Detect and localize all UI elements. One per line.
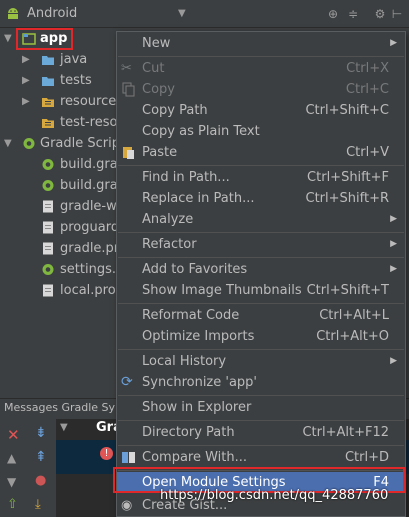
menu-item-reformat-code[interactable]: Reformat Code Ctrl+Alt+L [117, 305, 405, 326]
submenu-arrow-icon: ▶ [390, 38, 397, 48]
collapse-all-icon[interactable]: ⇞ [35, 449, 47, 465]
submenu-arrow-icon: ▶ [390, 214, 397, 224]
menu-item-show-in-explorer[interactable]: Show in Explorer [117, 397, 405, 418]
arrow-up-icon[interactable]: ▲ [7, 451, 16, 465]
scissors-icon: ✂ [121, 61, 132, 76]
messages-title: Messages Gradle Sync [4, 401, 129, 414]
folder-icon [42, 77, 54, 86]
menu-item-paste[interactable]: Paste Ctrl+V [117, 142, 405, 163]
menu-item-replace-in-path[interactable]: Replace in Path... Ctrl+Shift+R [117, 188, 405, 209]
copy-icon [122, 82, 135, 97]
tree-item-gradle-wrapper[interactable]: gradle-wr [0, 196, 122, 217]
submenu-arrow-icon: ▶ [390, 239, 397, 249]
menu-item-optimize-imports[interactable]: Optimize Imports Ctrl+Alt+O [117, 326, 405, 347]
menu-separator [118, 165, 404, 166]
properties-file-icon [43, 284, 53, 297]
menu-item-local-history[interactable]: Local History ▶ [117, 351, 405, 372]
menu-separator [118, 420, 404, 421]
tree-item-gradle-scripts[interactable]: ▼ Gradle Script [0, 133, 125, 154]
menu-separator [118, 303, 404, 304]
expand-all-icon[interactable]: ⇟ [35, 425, 47, 441]
github-icon: ◉ [121, 498, 133, 513]
properties-file-icon [43, 200, 53, 213]
menu-item-synchronize[interactable]: ⟳ Synchronize 'app' [117, 372, 405, 393]
text-file-icon [43, 221, 53, 234]
menu-item-add-to-favorites[interactable]: Add to Favorites ▶ [117, 259, 405, 280]
menu-item-copy-plain-text[interactable]: Copy as Plain Text [117, 121, 405, 142]
gradle-icon [42, 159, 54, 170]
tree-item-gradle-properties[interactable]: gradle.pro [0, 238, 127, 259]
submenu-arrow-icon: ▶ [390, 264, 397, 274]
compare-icon [122, 452, 135, 463]
close-icon[interactable]: ✕ [7, 426, 20, 444]
expand-arrow-icon[interactable]: ▶ [22, 70, 30, 91]
arrow-down-icon[interactable]: ▼ [7, 475, 16, 489]
error-icon: ! [100, 447, 113, 460]
menu-item-compare-with[interactable]: Compare With... Ctrl+D [117, 447, 405, 468]
expand-arrow-icon[interactable]: ▶ [22, 49, 30, 70]
expand-arrow-icon[interactable]: ▼ [4, 133, 12, 154]
hide-icon[interactable]: ⊢ [389, 6, 405, 22]
menu-separator [118, 232, 404, 233]
tree-item-build-gradle-1[interactable]: build.grac [0, 154, 125, 175]
folder-icon [42, 56, 54, 65]
project-view-selector[interactable]: Android [27, 6, 77, 21]
menu-item-cut[interactable]: ✂ Cut Ctrl+X [117, 58, 405, 79]
menu-item-analyze[interactable]: Analyze ▶ [117, 209, 405, 230]
expand-arrow-icon[interactable]: ▶ [22, 91, 30, 112]
resources-folder-icon [42, 119, 54, 128]
tree-item-proguard[interactable]: proguard [0, 217, 119, 238]
menu-item-new[interactable]: New ▶ [117, 33, 405, 54]
download-icon[interactable]: ⤓ [35, 497, 41, 512]
menu-separator [118, 395, 404, 396]
menu-item-show-image-thumbnails[interactable]: Show Image Thumbnails Ctrl+Shift+T [117, 280, 405, 301]
android-icon [8, 8, 18, 19]
collapse-icon[interactable]: ≑ [345, 6, 361, 22]
export-icon[interactable]: ⇧ [7, 497, 18, 512]
watermark: https://blog.csdn.net/qq_42887760 [160, 488, 389, 503]
stop-icon[interactable]: ● [35, 473, 46, 488]
tree-item-java[interactable]: ▶ java [0, 49, 116, 70]
menu-item-find-in-path[interactable]: Find in Path... Ctrl+Shift+F [117, 167, 405, 188]
project-view-header: Android ▼ ⊕ ≑ ⚙ ⊢ [0, 0, 409, 28]
tree-item-test-resources[interactable]: test-resou [0, 112, 126, 133]
sync-icon: ⟳ [121, 374, 133, 390]
menu-separator [118, 349, 404, 350]
menu-separator [118, 445, 404, 446]
properties-file-icon [43, 242, 53, 255]
chevron-down-icon[interactable]: ▼ [178, 8, 186, 19]
app-annotation-box [16, 28, 73, 50]
expand-arrow-icon[interactable]: ▼ [60, 422, 68, 433]
paste-icon [123, 147, 134, 159]
resources-folder-icon [42, 98, 54, 107]
menu-item-directory-path[interactable]: Directory Path Ctrl+Alt+F12 [117, 422, 405, 443]
menu-item-copy[interactable]: Copy Ctrl+C [117, 79, 405, 100]
menu-item-copy-path[interactable]: Copy Path Ctrl+Shift+C [117, 100, 405, 121]
submenu-arrow-icon: ▶ [390, 356, 397, 366]
tree-item-settings-gradle[interactable]: settings.g [0, 259, 124, 280]
expand-arrow-icon[interactable]: ▼ [4, 28, 12, 49]
target-icon[interactable]: ⊕ [325, 6, 341, 22]
tree-item-tests[interactable]: ▶ tests [0, 70, 116, 91]
menu-separator [118, 257, 404, 258]
context-menu: New ▶ ✂ Cut Ctrl+X Copy Ctrl+C Copy Path… [116, 31, 406, 517]
gradle-icon [42, 180, 54, 191]
gradle-icon [23, 138, 35, 149]
menu-separator [118, 56, 404, 57]
gear-icon[interactable]: ⚙ [372, 6, 388, 22]
gradle-icon [42, 264, 54, 275]
menu-item-refactor[interactable]: Refactor ▶ [117, 234, 405, 255]
tree-item-local-properties[interactable]: local.prop [0, 280, 124, 301]
tree-item-build-gradle-2[interactable]: build.grac [0, 175, 125, 196]
tree-item-resources[interactable]: ▶ resources [0, 91, 123, 112]
